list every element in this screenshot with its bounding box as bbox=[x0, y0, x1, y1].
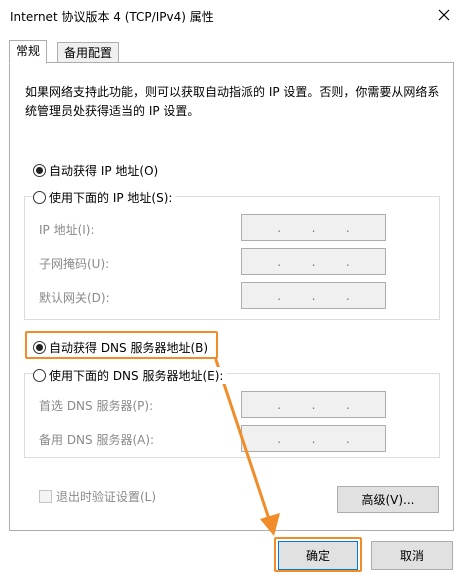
ip-dot: . bbox=[277, 220, 282, 235]
ip-address-input[interactable]: ... bbox=[241, 214, 386, 241]
radio-indicator bbox=[33, 164, 46, 177]
ip-dot: . bbox=[345, 220, 350, 235]
radio-indicator bbox=[33, 341, 46, 354]
ip-dot: . bbox=[345, 431, 350, 446]
close-icon bbox=[438, 9, 450, 21]
default-gateway-input[interactable]: ... bbox=[241, 282, 386, 309]
tab-general[interactable]: 常规 bbox=[9, 40, 48, 64]
radio-indicator bbox=[33, 369, 46, 382]
preferred-dns-label: 首选 DNS 服务器(P): bbox=[39, 399, 154, 413]
window-title: Internet 协议版本 4 (TCP/IPv4) 属性 bbox=[10, 10, 214, 24]
subnet-mask-label: 子网掩码(U): bbox=[39, 257, 110, 271]
preferred-dns-input[interactable]: ... bbox=[241, 391, 386, 418]
ip-dot: . bbox=[311, 254, 316, 269]
ip-dot: . bbox=[311, 397, 316, 412]
ip-dot: . bbox=[277, 288, 282, 303]
title-bar: Internet 协议版本 4 (TCP/IPv4) 属性 bbox=[0, 0, 463, 31]
radio-manual-ip-label: 使用下面的 IP 地址(S): bbox=[49, 191, 173, 205]
ip-dot: . bbox=[345, 288, 350, 303]
close-button[interactable] bbox=[430, 3, 458, 27]
alternate-dns-label: 备用 DNS 服务器(A): bbox=[39, 433, 155, 447]
cancel-button[interactable]: 取消 bbox=[371, 541, 453, 570]
ip-address-label: IP 地址(I): bbox=[39, 223, 95, 237]
ip-dot: . bbox=[277, 397, 282, 412]
validate-settings-label: 退出时验证设置(L) bbox=[56, 490, 157, 504]
advanced-button[interactable]: 高级(V)... bbox=[337, 486, 439, 513]
radio-auto-ip[interactable]: 自动获得 IP 地址(O) bbox=[33, 162, 163, 179]
alternate-dns-input[interactable]: ... bbox=[241, 425, 386, 452]
subnet-mask-input[interactable]: ... bbox=[241, 248, 386, 275]
ip-dot: . bbox=[345, 254, 350, 269]
radio-auto-dns[interactable]: 自动获得 DNS 服务器地址(B) bbox=[33, 339, 213, 356]
default-gateway-label: 默认网关(D): bbox=[39, 291, 110, 305]
ip-dot: . bbox=[277, 431, 282, 446]
radio-indicator bbox=[33, 191, 46, 204]
validate-settings-checkbox[interactable]: 退出时验证设置(L) bbox=[39, 488, 156, 505]
ip-dot: . bbox=[277, 254, 282, 269]
checkbox-box bbox=[39, 490, 52, 503]
radio-manual-dns[interactable]: 使用下面的 DNS 服务器地址(E): bbox=[33, 367, 228, 384]
radio-manual-dns-label: 使用下面的 DNS 服务器地址(E): bbox=[49, 369, 224, 383]
radio-auto-ip-label: 自动获得 IP 地址(O) bbox=[49, 164, 159, 178]
ip-dot: . bbox=[311, 288, 316, 303]
description-text: 如果网络支持此功能，则可以获取自动指派的 IP 设置。否则，你需要从网络系统管理… bbox=[25, 85, 440, 118]
radio-auto-dns-label: 自动获得 DNS 服务器地址(B) bbox=[49, 341, 209, 355]
ok-button[interactable]: 确定 bbox=[278, 541, 358, 570]
ip-dot: . bbox=[311, 431, 316, 446]
radio-manual-ip[interactable]: 使用下面的 IP 地址(S): bbox=[33, 189, 177, 206]
ip-dot: . bbox=[311, 220, 316, 235]
tab-alternate-config[interactable]: 备用配置 bbox=[57, 42, 120, 64]
ip-dot: . bbox=[345, 397, 350, 412]
